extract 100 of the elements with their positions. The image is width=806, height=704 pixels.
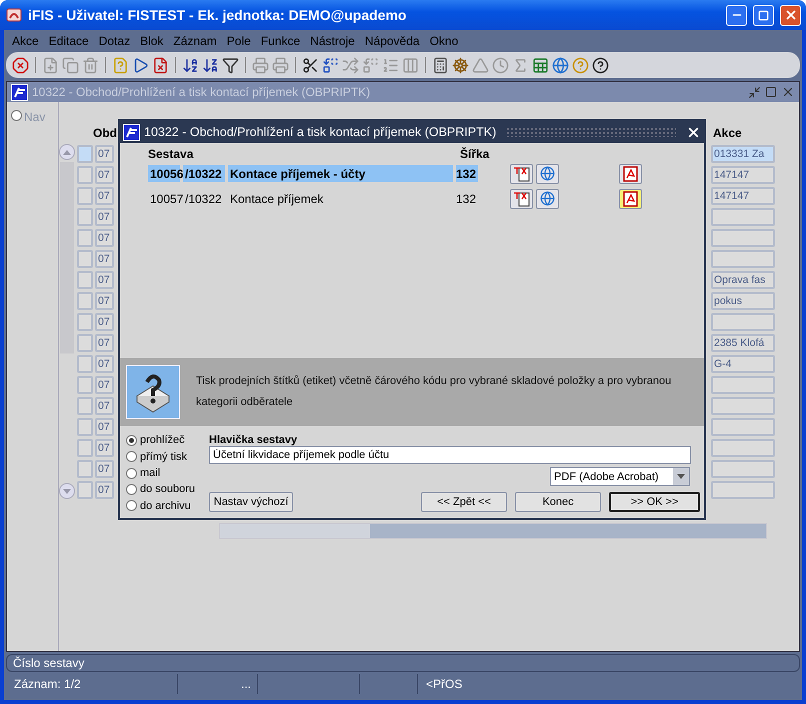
pdf-icon [622, 166, 638, 182]
printer-icon[interactable] [252, 56, 269, 74]
row-selector[interactable] [77, 481, 93, 499]
period-cell: 07 [95, 334, 114, 352]
app-icon [6, 7, 22, 23]
row-selector[interactable] [77, 418, 93, 436]
menu-item[interactable]: Pole [222, 34, 256, 48]
spreadsheet-icon[interactable] [532, 56, 549, 74]
action-cell [711, 376, 775, 394]
text-document-icon [512, 166, 530, 182]
cancel-query-icon[interactable] [152, 56, 169, 74]
menu-item[interactable]: Funkce [256, 34, 306, 48]
row-selector[interactable] [77, 376, 93, 394]
row-selector[interactable] [77, 334, 93, 352]
row-selector[interactable] [77, 460, 93, 478]
action-cell: 013331 Za [711, 145, 775, 163]
row-selector[interactable] [77, 271, 93, 289]
output-option[interactable]: mail [126, 466, 196, 480]
text-export-button[interactable] [510, 188, 533, 208]
scroll-down-button[interactable] [59, 483, 75, 499]
menu-item[interactable]: Blok [135, 34, 168, 48]
menu-item[interactable]: Akce [7, 34, 44, 48]
row-selector[interactable] [77, 313, 93, 331]
menu-item[interactable]: Záznam [168, 34, 222, 48]
status-ellipsis: ... [178, 674, 258, 694]
scissors-icon[interactable] [302, 56, 319, 74]
dialog-button[interactable]: Konec [515, 492, 602, 512]
output-option[interactable]: prohlížeč [126, 434, 196, 446]
close-icon [784, 8, 798, 22]
delete-icon[interactable] [82, 56, 99, 74]
new-record-icon[interactable] [42, 56, 59, 74]
output-option[interactable]: přímý tisk [126, 450, 196, 463]
module-number[interactable]: /10322 [183, 165, 225, 182]
app-logo-icon [11, 84, 28, 100]
pdf-button[interactable] [619, 188, 642, 208]
menu-item[interactable]: Dotaz [94, 34, 136, 48]
period-cell: 07 [95, 166, 114, 184]
row-selector[interactable] [77, 250, 93, 268]
browser-button[interactable] [536, 164, 559, 184]
stop-icon[interactable] [12, 56, 29, 74]
row-selector[interactable] [77, 229, 93, 247]
ship-wheel-icon[interactable] [452, 56, 469, 74]
restore-icon[interactable] [765, 86, 777, 98]
menu-item[interactable]: Nástroje [305, 34, 360, 48]
dialog-button[interactable]: >> OK >> [609, 492, 700, 512]
replace-icon[interactable] [322, 56, 339, 74]
help-icon[interactable] [592, 56, 609, 74]
minimize-icon[interactable] [748, 86, 761, 98]
report-width[interactable]: 132 [456, 165, 478, 182]
text-export-button[interactable] [510, 164, 533, 184]
globe-icon[interactable] [552, 56, 569, 74]
nav-radio[interactable] [11, 110, 22, 121]
minimize-button[interactable] [726, 4, 747, 26]
calculator-icon[interactable] [432, 56, 449, 74]
report-name[interactable]: Kontace příjemek - účty [228, 165, 453, 182]
module-number[interactable]: /10322 [183, 190, 225, 207]
output-option[interactable]: do souboru [126, 483, 196, 496]
period-cell: 07 [95, 397, 114, 415]
period-cell: 07 [95, 271, 114, 289]
output-option[interactable]: do archivu [126, 500, 196, 512]
sort-ascending-icon[interactable] [182, 56, 199, 74]
action-cell [711, 250, 775, 268]
clock-icon[interactable] [492, 56, 509, 74]
action-cell: 147147 [711, 166, 775, 184]
columns-icon[interactable] [402, 56, 419, 74]
down-arrow-icon [63, 488, 71, 494]
triangle-icon[interactable] [472, 56, 489, 74]
close-button[interactable] [780, 4, 801, 26]
horizontal-scrollbar[interactable] [219, 523, 767, 539]
menu-item[interactable]: Editace [44, 34, 94, 48]
pdf-button[interactable] [619, 164, 642, 184]
menu-item[interactable]: Okno [424, 34, 464, 48]
sort-descending-icon[interactable] [202, 56, 219, 74]
report-name[interactable]: Kontace příjemek [228, 190, 453, 207]
action-cell [711, 439, 775, 457]
list-icon[interactable] [382, 56, 399, 74]
row-selector[interactable] [77, 292, 93, 310]
row-selector[interactable] [77, 208, 93, 226]
row-selector[interactable] [77, 187, 93, 205]
dialog-button[interactable]: Nastav výchozí [209, 492, 294, 512]
dialog-button[interactable]: << Zpět << [421, 492, 508, 512]
report-width[interactable]: 132 [456, 190, 478, 207]
dropdown-arrow-icon [677, 474, 686, 479]
format-select[interactable]: PDF (Adobe Acrobat) [550, 467, 690, 486]
filter-icon[interactable] [222, 56, 239, 74]
action-cell [711, 208, 775, 226]
maximize-button[interactable] [753, 4, 774, 26]
row-selector[interactable] [77, 397, 93, 415]
printer-icon[interactable] [272, 56, 289, 74]
copy-icon[interactable] [62, 56, 79, 74]
run-query-icon[interactable] [132, 56, 149, 74]
row-selector[interactable] [77, 439, 93, 457]
menu-item[interactable]: Nápověda [360, 34, 425, 48]
period-cell: 07 [95, 292, 114, 310]
scroll-up-button[interactable] [59, 144, 75, 160]
row-selector[interactable] [77, 355, 93, 373]
row-selector[interactable] [77, 166, 93, 184]
browser-button[interactable] [536, 188, 559, 208]
row-selector[interactable] [77, 145, 93, 163]
action-cell: 2385 Klofá [711, 334, 775, 352]
